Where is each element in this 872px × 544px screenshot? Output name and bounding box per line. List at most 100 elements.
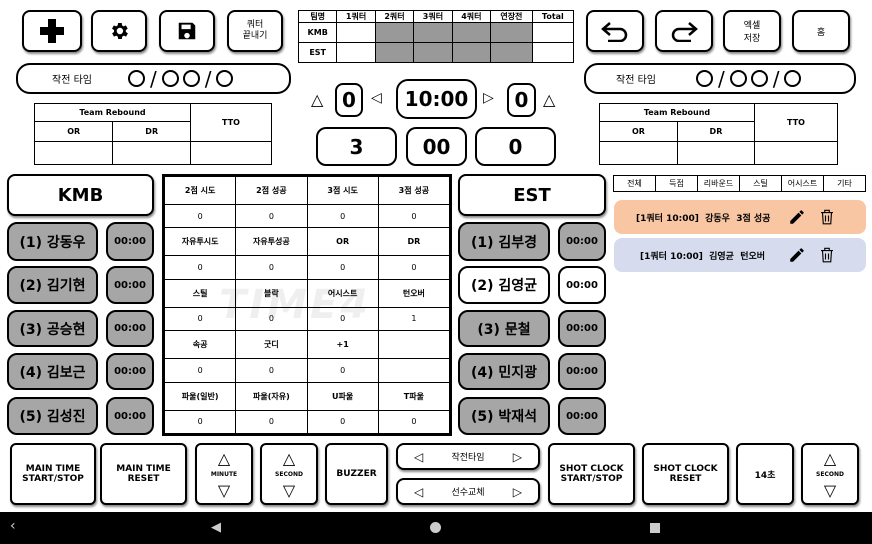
- player-button[interactable]: (3) 문철: [458, 310, 550, 347]
- timeout-toggle[interactable]: ◁ 작전타임 ▷: [396, 443, 540, 470]
- player-time[interactable]: 00:00: [106, 353, 154, 390]
- stat-value[interactable]: 0: [235, 358, 308, 383]
- trash-icon[interactable]: [818, 246, 836, 264]
- timeout-circle[interactable]: [729, 70, 747, 87]
- player-button[interactable]: (2) 김영균: [458, 266, 550, 304]
- filter-tab-etc[interactable]: 기타: [824, 176, 865, 191]
- stat-value[interactable]: 0: [235, 204, 308, 229]
- or-value[interactable]: [33, 141, 114, 165]
- right-arrow-icon[interactable]: ▷: [483, 90, 494, 106]
- stat-value[interactable]: 0: [235, 255, 308, 280]
- minute-up-icon[interactable]: △: [218, 449, 230, 468]
- stat-value[interactable]: 0: [163, 409, 237, 435]
- log-entry[interactable]: [1쿼터 10:00] 강동우 3점 성공: [614, 200, 866, 234]
- filter-tab-score[interactable]: 득점: [656, 176, 698, 191]
- pencil-icon[interactable]: [788, 208, 806, 226]
- player-time[interactable]: 00:00: [558, 353, 606, 390]
- main-time-reset-button[interactable]: MAIN TIME RESET: [100, 443, 187, 505]
- or-value[interactable]: [599, 141, 678, 165]
- save-button[interactable]: [159, 10, 215, 52]
- timeout-circle[interactable]: [216, 70, 234, 87]
- left-arrow-icon[interactable]: ◁: [371, 90, 382, 106]
- player-button[interactable]: (5) 박재석: [458, 397, 550, 435]
- stat-value[interactable]: 1: [377, 306, 451, 332]
- stat-value[interactable]: 0: [306, 255, 379, 280]
- timeout-circle[interactable]: [695, 70, 713, 87]
- substitution-next-icon[interactable]: ▷: [513, 485, 522, 499]
- dr-value[interactable]: [676, 141, 756, 165]
- timeout-circle[interactable]: [784, 70, 802, 87]
- stat-value[interactable]: 0: [377, 255, 451, 280]
- filter-tab-steal[interactable]: 스틸: [740, 176, 782, 191]
- player-time[interactable]: 00:00: [558, 310, 606, 347]
- second-down-icon[interactable]: ▽: [283, 481, 295, 500]
- player-button[interactable]: (1) 김부경: [458, 222, 550, 261]
- left-foul-display[interactable]: 0: [335, 83, 363, 117]
- left-team-name[interactable]: KMB: [7, 174, 154, 216]
- collapse-icon[interactable]: ‹: [10, 518, 16, 534]
- timeout-circle[interactable]: [161, 70, 179, 87]
- timeout-circle[interactable]: [127, 70, 145, 87]
- redo-button[interactable]: [655, 10, 713, 52]
- timeout-circle[interactable]: [182, 70, 200, 87]
- player-button[interactable]: (4) 민지광: [458, 353, 550, 390]
- shot-clock-reset-button[interactable]: SHOT CLOCK RESET: [642, 443, 729, 505]
- minute-down-icon[interactable]: ▽: [218, 481, 230, 500]
- player-button[interactable]: (2) 김기현: [7, 266, 98, 304]
- quarter-end-button[interactable]: 쿼터 끝내기: [227, 10, 283, 52]
- timeout-circle[interactable]: [750, 70, 768, 87]
- timeout-next-icon[interactable]: ▷: [513, 450, 522, 464]
- player-time[interactable]: 00:00: [558, 397, 606, 435]
- substitution-toggle[interactable]: ◁ 선수교체 ▷: [396, 478, 540, 505]
- player-time[interactable]: 00:00: [106, 397, 154, 435]
- minute-stepper[interactable]: △ MINUTE ▽: [195, 443, 253, 505]
- stat-value[interactable]: [377, 358, 451, 383]
- filter-tab-rebound[interactable]: 리바운드: [698, 176, 740, 191]
- home-icon[interactable]: [430, 522, 441, 533]
- player-time[interactable]: 00:00: [106, 310, 154, 347]
- tto-value[interactable]: [754, 141, 838, 165]
- player-button[interactable]: (1) 강동우: [7, 222, 98, 261]
- stat-value[interactable]: 0: [163, 204, 237, 229]
- shot-clock-14-button[interactable]: 14초: [736, 443, 794, 505]
- filter-tab-all[interactable]: 전체: [614, 176, 656, 191]
- left-foul-up-icon[interactable]: △: [311, 90, 323, 109]
- buzzer-button[interactable]: BUZZER: [325, 443, 388, 505]
- tto-value[interactable]: [190, 141, 272, 165]
- stat-value[interactable]: 0: [377, 204, 451, 229]
- substitution-prev-icon[interactable]: ◁: [414, 485, 423, 499]
- undo-button[interactable]: [586, 10, 644, 52]
- shot-second-stepper[interactable]: △ SECOND ▽: [801, 443, 859, 505]
- right-foul-up-icon[interactable]: △: [543, 90, 555, 109]
- home-button[interactable]: 홈: [792, 10, 850, 52]
- stat-value[interactable]: 0: [306, 358, 379, 383]
- shot-second-up-icon[interactable]: △: [824, 449, 836, 468]
- stat-value[interactable]: 0: [306, 409, 379, 435]
- player-time[interactable]: 00:00: [106, 266, 154, 304]
- log-entry[interactable]: [1쿼터 10:00] 김영균 턴오버: [614, 238, 866, 272]
- player-button[interactable]: (3) 공승현: [7, 310, 98, 347]
- recents-icon[interactable]: [650, 523, 660, 533]
- main-time-start-stop-button[interactable]: MAIN TIME START/STOP: [10, 443, 96, 505]
- timeout-prev-icon[interactable]: ◁: [414, 450, 423, 464]
- trash-icon[interactable]: [818, 208, 836, 226]
- stat-value[interactable]: 0: [163, 255, 237, 280]
- shot-second-down-icon[interactable]: ▽: [824, 481, 836, 500]
- back-icon[interactable]: ◀: [211, 520, 221, 535]
- player-button[interactable]: (5) 김성진: [7, 397, 98, 435]
- player-time[interactable]: 00:00: [106, 222, 154, 261]
- right-team-name[interactable]: EST: [458, 174, 606, 216]
- shot-clock-start-stop-button[interactable]: SHOT CLOCK START/STOP: [548, 443, 635, 505]
- filter-tab-assist[interactable]: 어시스트: [782, 176, 824, 191]
- stat-value[interactable]: 0: [163, 358, 237, 383]
- stat-value[interactable]: 0: [306, 204, 379, 229]
- pencil-icon[interactable]: [788, 246, 806, 264]
- dr-value[interactable]: [112, 141, 191, 165]
- stat-value[interactable]: 0: [235, 409, 308, 435]
- player-time[interactable]: 00:00: [558, 266, 606, 304]
- settings-button[interactable]: [91, 10, 147, 52]
- second-stepper[interactable]: △ SECOND ▽: [260, 443, 318, 505]
- add-button[interactable]: [22, 10, 82, 52]
- excel-save-button[interactable]: 엑셀 저장: [723, 10, 781, 52]
- second-up-icon[interactable]: △: [283, 449, 295, 468]
